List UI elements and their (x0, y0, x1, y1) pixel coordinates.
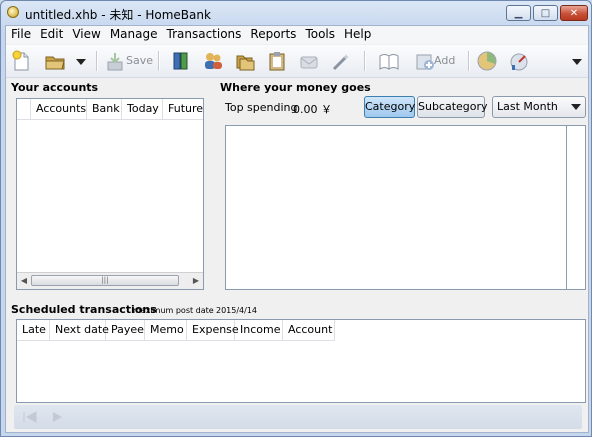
save-button-label[interactable]: Save (126, 54, 153, 67)
assign-wand-icon[interactable] (330, 50, 352, 72)
spending-chart-area (225, 125, 567, 290)
budget-icon[interactable] (298, 50, 320, 72)
categories-icon[interactable] (234, 50, 256, 72)
scroll-right-arrow-icon[interactable]: ▶ (189, 275, 203, 287)
add-transaction-icon[interactable] (414, 50, 436, 72)
statistics-pie-icon[interactable] (476, 50, 498, 72)
menu-help[interactable]: Help (339, 26, 375, 44)
close-button[interactable]: ✕ (560, 5, 588, 21)
scheduled-action-bar (14, 405, 582, 429)
category-toggle-button[interactable]: Category (364, 96, 415, 118)
top-spending-value: 0.00 ￥ (293, 103, 332, 116)
accounts-list[interactable]: Accounts Bank Today Future ◀ ||| ▶ (16, 98, 204, 290)
max-post-date-label: maximum post date (133, 306, 214, 315)
scheduled-header-payee[interactable]: Payee (106, 320, 145, 340)
scheduled-header-next-date[interactable]: Next date (50, 320, 109, 340)
add-button-label[interactable]: Add (434, 54, 455, 67)
new-file-icon[interactable] (10, 50, 32, 72)
open-folder-icon[interactable] (44, 50, 66, 72)
open-account-book-icon[interactable] (378, 50, 400, 72)
accounts-header-today[interactable]: Today (122, 99, 163, 119)
window-title: untitled.xhb - 未知 - HomeBank (25, 8, 211, 22)
period-select[interactable]: Last Month (492, 96, 586, 118)
budget-report-icon[interactable] (508, 50, 530, 72)
accounts-horizontal-scrollbar[interactable]: ◀ ||| ▶ (17, 272, 203, 289)
accounts-header-accounts[interactable]: Accounts (31, 99, 87, 119)
scheduled-transactions-list[interactable]: Late Next date Payee Memo Expense Income… (16, 319, 586, 403)
accounts-header-row: Accounts Bank Today Future (17, 99, 203, 120)
chevron-down-icon[interactable] (570, 50, 584, 72)
period-select-value: Last Month (497, 100, 558, 113)
payees-icon[interactable] (202, 50, 224, 72)
menu-transactions[interactable]: Transactions (162, 26, 246, 44)
accounts-header-bank[interactable]: Bank (87, 99, 122, 119)
toolbar-separator (158, 51, 160, 71)
scheduled-header-income[interactable]: Income (235, 320, 283, 340)
accounts-header-spacer (17, 99, 31, 119)
menu-tools[interactable]: Tools (300, 26, 339, 44)
accounts-title: Your accounts (11, 81, 99, 94)
toolbar-separator (96, 51, 98, 71)
spending-legend-list[interactable] (566, 125, 586, 290)
subcategory-toggle-button[interactable]: Subcategory (417, 96, 488, 118)
scheduled-header-row: Late Next date Payee Memo Expense Income… (17, 320, 335, 341)
scheduled-header-expense[interactable]: Expense (187, 320, 239, 340)
menu-bar: File Edit View Manage Transactions Repor… (6, 26, 588, 44)
archive-clipboard-icon[interactable] (266, 50, 288, 72)
menu-file[interactable]: File (6, 26, 35, 44)
top-spending-label: Top spending (225, 101, 298, 114)
app-window: untitled.xhb - 未知 - HomeBank ▁ □ ✕ File … (0, 0, 592, 437)
spending-title: Where your money goes (220, 81, 371, 94)
menu-view[interactable]: View (67, 26, 104, 44)
toolbar-separator (364, 51, 366, 71)
max-post-date-value: 2015/4/14 (216, 306, 258, 315)
scroll-left-arrow-icon[interactable]: ◀ (17, 275, 31, 287)
accounts-icon[interactable] (170, 50, 192, 72)
accounts-header-future[interactable]: Future (163, 99, 203, 119)
homebank-app-icon (7, 6, 19, 18)
scheduled-header-memo[interactable]: Memo (145, 320, 187, 340)
skip-back-icon[interactable] (22, 410, 38, 424)
open-recent-dropdown-icon[interactable] (74, 50, 88, 72)
play-icon[interactable] (50, 410, 64, 424)
scrollbar-thumb[interactable]: ||| (31, 275, 179, 286)
toolbar: Save Add (6, 45, 588, 78)
menu-edit[interactable]: Edit (35, 26, 67, 44)
scheduled-header-late[interactable]: Late (17, 320, 50, 340)
menu-manage[interactable]: Manage (105, 26, 162, 44)
save-icon[interactable] (104, 50, 126, 72)
toolbar-separator (468, 51, 470, 71)
maximize-button[interactable]: □ (533, 5, 558, 21)
chevron-down-icon (571, 104, 581, 110)
main-client-area: File Edit View Manage Transactions Repor… (5, 25, 589, 433)
menu-reports[interactable]: Reports (245, 26, 300, 44)
minimize-button[interactable]: ▁ (506, 5, 531, 21)
scheduled-header-account[interactable]: Account (283, 320, 335, 340)
title-bar[interactable]: untitled.xhb - 未知 - HomeBank ▁ □ ✕ (1, 1, 591, 25)
